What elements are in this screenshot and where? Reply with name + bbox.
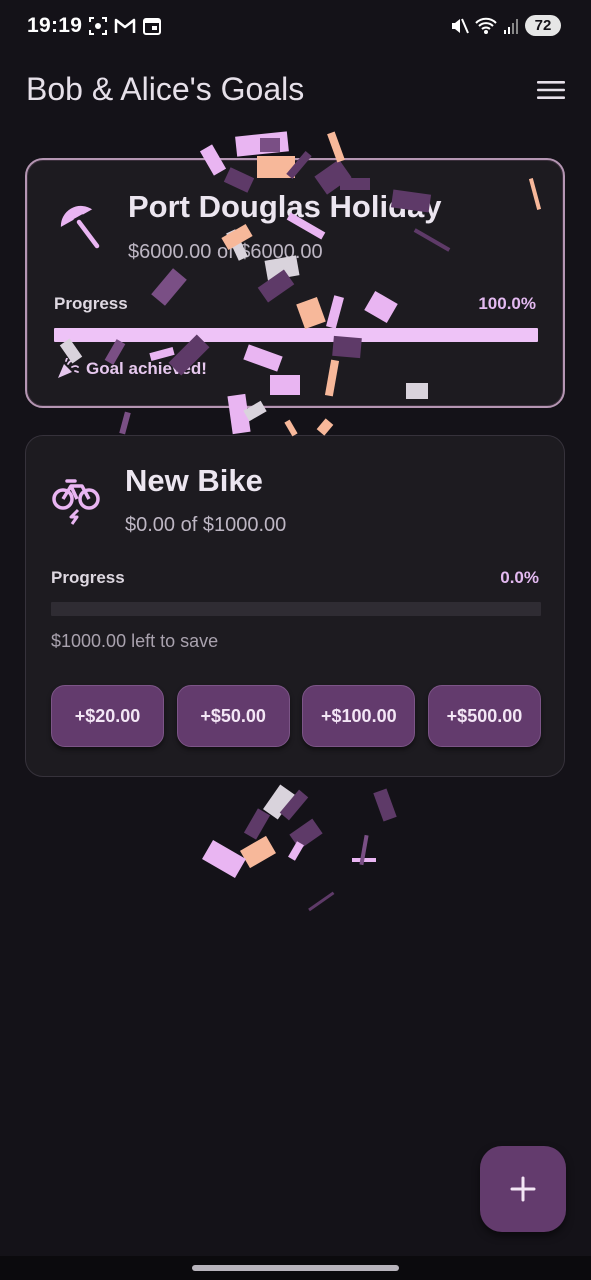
confetti-piece <box>240 835 276 869</box>
app-bar: Bob & Alice's Goals <box>0 56 591 124</box>
confetti-piece <box>284 419 298 437</box>
screen: 19:19 72 Bob & Alice's Goals Port Dougla… <box>0 0 591 1280</box>
confetti-piece <box>316 418 334 436</box>
progress-bar <box>51 602 541 616</box>
confetti-piece <box>260 138 280 152</box>
menu-button[interactable] <box>533 72 569 108</box>
page-title: Bob & Alice's Goals <box>26 71 305 107</box>
goal-amount: $0.00 of $1000.00 <box>125 514 287 536</box>
hamburger-menu-icon <box>537 81 565 99</box>
add-100-button[interactable]: +$100.00 <box>302 685 416 747</box>
goal-title: Port Douglas Holiday <box>128 189 442 224</box>
confetti-piece <box>352 858 376 862</box>
add-20-button[interactable]: +$20.00 <box>51 685 164 747</box>
goal-title: New Bike <box>125 463 263 498</box>
confetti-piece <box>243 808 271 840</box>
electric-bike-icon <box>52 479 100 525</box>
screenshot-icon <box>89 17 107 35</box>
confetti-piece <box>263 784 295 820</box>
progress-bar-fill <box>54 328 538 342</box>
goal-achieved-text: Goal achieved! <box>86 359 207 378</box>
confetti-piece <box>359 834 369 866</box>
plus-icon <box>510 1176 536 1202</box>
party-popper-icon <box>58 358 79 378</box>
add-50-button[interactable]: +$50.00 <box>176 685 290 747</box>
confetti-piece <box>202 839 246 879</box>
wifi-icon <box>475 17 497 34</box>
home-gesture-handle[interactable] <box>192 1265 399 1271</box>
battery-indicator: 72 <box>525 15 561 36</box>
confetti-piece <box>119 411 131 435</box>
add-500-button[interactable]: +$500.00 <box>427 685 541 747</box>
goal-achieved-row: Goal achieved! <box>56 358 207 380</box>
gmail-icon <box>114 18 136 33</box>
progress-label: Progress <box>54 294 128 313</box>
confetti-piece <box>235 131 289 157</box>
goal-amount: $6000.00 of $6000.00 <box>128 241 323 263</box>
progress-bar <box>54 328 538 342</box>
goal-card-new-bike[interactable]: New Bike $0.00 of $1000.00 Progress 0.0%… <box>25 435 565 777</box>
calendar-icon <box>143 18 161 35</box>
signal-icon <box>504 18 518 34</box>
status-notification-icons <box>88 16 162 36</box>
goal-card-port-douglas-holiday[interactable]: Port Douglas Holiday $6000.00 of $6000.0… <box>25 158 565 408</box>
progress-label: Progress <box>51 568 125 587</box>
confetti-piece <box>289 818 323 850</box>
system-navigation-bar <box>0 1256 591 1280</box>
status-bar: 19:19 72 <box>0 0 591 56</box>
progress-percent: 0.0% <box>500 568 539 587</box>
progress-percent: 100.0% <box>478 294 536 313</box>
status-time: 19:19 <box>27 14 83 37</box>
confetti-piece <box>288 841 304 861</box>
add-goal-button[interactable] <box>480 1146 566 1232</box>
confetti-piece <box>279 789 309 821</box>
mute-icon <box>452 18 469 33</box>
confetti-piece <box>308 891 335 912</box>
confetti-piece <box>373 788 397 822</box>
beach-umbrella-icon <box>60 205 100 249</box>
quick-add-buttons: +$20.00 +$50.00 +$100.00 +$500.00 <box>51 685 541 747</box>
left-to-save-text: $1000.00 left to save <box>51 631 219 651</box>
status-system-icons: 72 <box>449 15 561 36</box>
